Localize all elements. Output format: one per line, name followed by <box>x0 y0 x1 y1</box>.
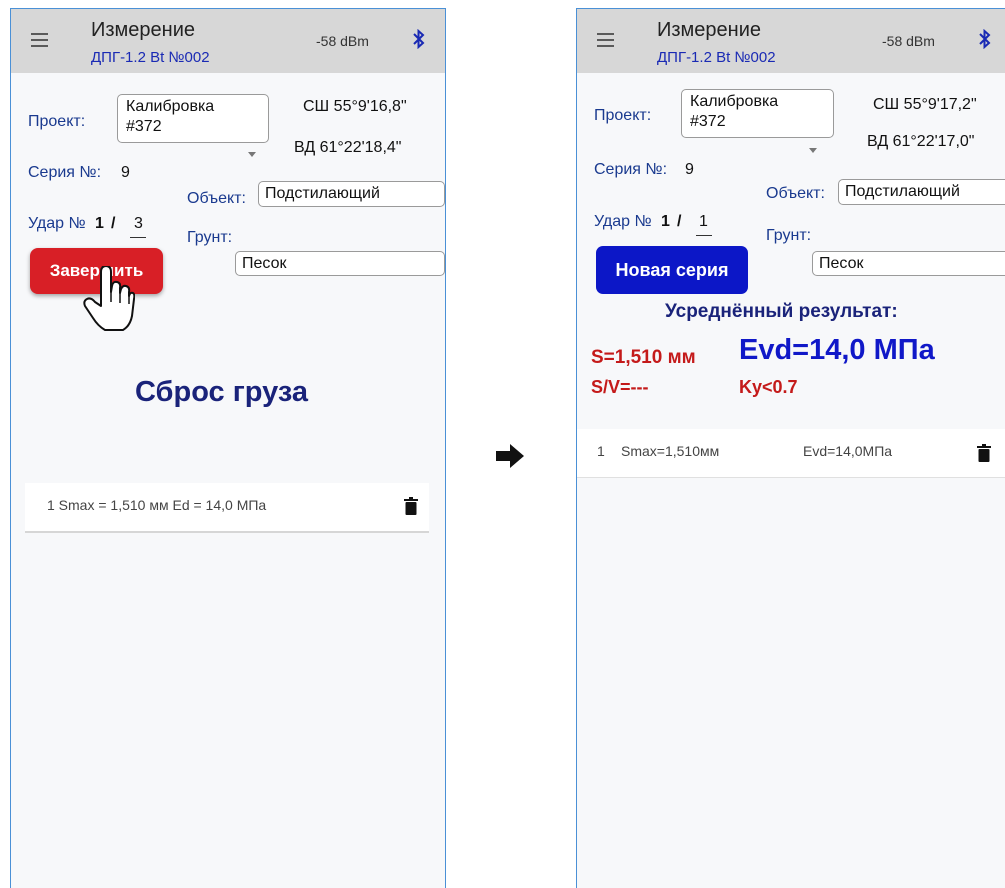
project-label: Проект: <box>594 107 652 124</box>
result-smax: Smax=1,510мм <box>621 443 720 459</box>
hit-separator: / <box>111 215 116 232</box>
project-field[interactable]: Калибровка #372 <box>681 89 834 138</box>
hamburger-menu-icon[interactable] <box>31 33 48 47</box>
hit-total-underline <box>130 237 146 238</box>
app-bar: Измерение ДПГ-1.2 Bt №002 -58 dBm <box>577 9 1005 73</box>
app-title: Измерение <box>91 19 196 41</box>
object-label: Объект: <box>187 190 246 207</box>
project-value-line1: Калибровка <box>126 98 215 115</box>
result-row: 1 Smax = 1,510 мм Ed = 14,0 МПа <box>25 483 429 533</box>
device-name: ДПГ-1.2 Bt №002 <box>91 49 210 66</box>
result-text: 1 Smax = 1,510 мм Ed = 14,0 МПа <box>47 497 267 513</box>
trash-icon[interactable] <box>404 497 418 515</box>
app-bar: Измерение ДПГ-1.2 Bt №002 -58 dBm <box>11 9 445 73</box>
project-field[interactable]: Калибровка #372 <box>117 94 269 143</box>
object-field[interactable]: Подстилающий <box>838 179 1005 205</box>
hit-label: Удар № <box>28 215 86 232</box>
s-value: S=1,510 мм <box>591 347 696 368</box>
hand-pointer-icon <box>83 266 135 331</box>
right-arrow-icon <box>496 444 524 468</box>
series-value: 9 <box>685 161 694 178</box>
object-field[interactable]: Подстилающий <box>258 181 445 207</box>
hit-separator: / <box>677 213 682 230</box>
hit-current: 1 <box>661 213 670 230</box>
series-dropdown-arrow-icon[interactable] <box>248 152 256 157</box>
project-value-line2: #372 <box>690 113 726 130</box>
app-title: Измерение <box>657 19 762 41</box>
series-dropdown-arrow-icon[interactable] <box>809 148 817 153</box>
evd-value: Evd=14,0 МПа <box>739 334 935 366</box>
status-title: Сброс груза <box>135 376 309 408</box>
result-row: 1 Smax=1,510мм Evd=14,0МПа <box>577 429 1005 478</box>
soil-label: Грунт: <box>187 229 233 246</box>
object-label: Объект: <box>766 185 825 202</box>
ky-value: Ky<0.7 <box>739 377 798 397</box>
trash-icon[interactable] <box>977 444 991 462</box>
hit-total[interactable]: 1 <box>699 213 708 231</box>
hit-current: 1 <box>95 215 104 232</box>
hit-label: Удар № <box>594 213 652 230</box>
longitude: ВД 61°22'18,4" <box>294 139 402 156</box>
signal-strength: -58 dBm <box>316 33 369 49</box>
bluetooth-icon <box>413 29 425 49</box>
hit-total-underline <box>696 235 712 236</box>
average-result-title: Усреднённый результат: <box>665 301 898 322</box>
hamburger-menu-icon[interactable] <box>597 33 614 47</box>
device-name: ДПГ-1.2 Bt №002 <box>657 49 776 66</box>
project-label: Проект: <box>28 113 86 130</box>
project-value-line1: Калибровка <box>690 93 779 110</box>
phone-screen-before: Измерение ДПГ-1.2 Bt №002 -58 dBm Проект… <box>10 8 446 888</box>
series-label: Серия №: <box>28 164 102 181</box>
hit-total[interactable]: 3 <box>134 215 143 233</box>
sv-value: S/V=--- <box>591 377 649 397</box>
project-value-line2: #372 <box>126 118 162 135</box>
series-value: 9 <box>121 164 130 181</box>
soil-field[interactable]: Песок <box>812 251 1005 276</box>
soil-field[interactable]: Песок <box>235 251 445 276</box>
latitude: СШ 55°9'17,2" <box>873 96 977 113</box>
longitude: ВД 61°22'17,0" <box>867 133 975 150</box>
phone-screen-after: Измерение ДПГ-1.2 Bt №002 -58 dBm Проект… <box>576 8 1005 888</box>
new-series-button[interactable]: Новая серия <box>596 246 748 294</box>
latitude: СШ 55°9'16,8" <box>303 98 407 115</box>
series-label: Серия №: <box>594 161 668 178</box>
soil-label: Грунт: <box>766 227 812 244</box>
bluetooth-icon <box>979 29 991 49</box>
result-index: 1 <box>597 443 605 459</box>
signal-strength: -58 dBm <box>882 33 935 49</box>
result-evd: Evd=14,0МПа <box>803 443 893 459</box>
